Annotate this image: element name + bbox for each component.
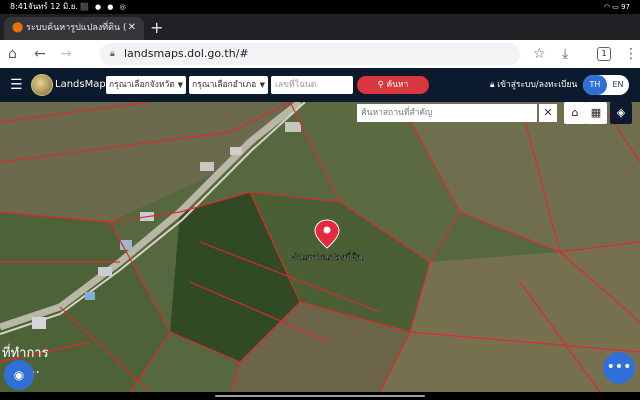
chevron-down-icon: ▼	[177, 81, 183, 89]
lang-th-button[interactable]: TH	[583, 75, 607, 95]
home-extent-icon[interactable]: ⌂	[564, 102, 586, 124]
province-select[interactable]: กรุณาเลือกจังหวัด ▼	[106, 76, 186, 94]
home-icon[interactable]: ⌂	[8, 44, 17, 64]
brand-name: LandsMaps	[55, 79, 111, 90]
search-button-label: ค้นหา	[386, 80, 409, 90]
login-register-link[interactable]: 🔒︎ เข้าสู่ระบบ/ลงทะเบียน	[490, 68, 577, 102]
app-header: ☰ LandsMaps กรุณาเลือกจังหวัด ▼ กรุณาเลื…	[0, 68, 640, 102]
tab-switcher-button[interactable]: 1	[597, 47, 611, 61]
wifi-icon: ◠	[603, 3, 610, 11]
url-text: landsmaps.dol.go.th/#	[124, 47, 249, 60]
battery-status: ◠ ▭ 97	[604, 0, 630, 14]
tab-close-icon[interactable]: ✕	[128, 17, 136, 39]
status-bar: 8:41 จันทร์ 12 มิ.ย. ⬛ ● ● ◎ ◠ ▭ 97	[0, 0, 640, 14]
place-search-input[interactable]: ค้นหาสถานที่สำคัญ	[357, 104, 537, 122]
language-toggle: TH EN	[583, 75, 629, 95]
place-label: ที่ทำการ	[2, 344, 49, 361]
lang-en-button[interactable]: EN	[607, 75, 629, 95]
status-date: จันทร์ 12 มิ.ย.	[28, 2, 79, 11]
building	[32, 317, 46, 329]
my-location-icon[interactable]: ◉	[4, 360, 34, 390]
browser-toolbar: ⌂ ← → 🔒︎ landsmaps.dol.go.th/# ☆ ⤓ 1 ⋮	[0, 40, 640, 68]
bookmark-star-icon[interactable]: ☆	[533, 44, 546, 64]
grid-icon[interactable]: ▦	[585, 102, 607, 124]
district-select-label: กรุณาเลือกอำเภอ	[192, 80, 257, 90]
battery-icon: ▭	[612, 3, 619, 11]
battery-level: 97	[621, 3, 630, 11]
user-lock-icon: 🔒︎	[490, 80, 495, 90]
clear-search-icon[interactable]: ✕	[539, 104, 557, 122]
nav-handle[interactable]	[215, 395, 425, 397]
address-bar[interactable]: 🔒︎ landsmaps.dol.go.th/#	[100, 43, 520, 65]
building	[85, 292, 95, 300]
marker-dot	[323, 226, 331, 234]
status-time: 8:41	[10, 2, 28, 11]
building	[120, 240, 132, 250]
building	[230, 147, 242, 155]
map-canvas: ตำแหน่งแปลงที่ดิน ที่ทำการ ซุม...	[0, 102, 640, 392]
dol-logo	[31, 74, 53, 96]
tab-title: ระบบค้นหารูปแปลงที่ดิน (Lands	[26, 23, 126, 33]
chevron-down-icon: ▼	[259, 81, 265, 89]
satellite-map[interactable]: ตำแหน่งแปลงที่ดิน ที่ทำการ ซุม...	[0, 102, 640, 392]
menu-dots-icon[interactable]: ⋮	[624, 44, 638, 64]
building	[285, 122, 301, 132]
location-pin-icon: ⬤	[12, 22, 24, 33]
building	[98, 267, 112, 276]
login-label: เข้าสู่ระบบ/ลงทะเบียน	[497, 80, 578, 90]
building	[200, 162, 214, 171]
parcel-number-input[interactable]: เลขที่โฉนด	[271, 76, 353, 94]
layers-icon[interactable]: ◈	[610, 102, 632, 124]
search-icon: ⚲	[377, 80, 384, 90]
back-icon[interactable]: ←	[34, 44, 46, 64]
forward-icon[interactable]: →	[60, 44, 72, 64]
district-select[interactable]: กรุณาเลือกอำเภอ ▼	[189, 76, 268, 94]
more-options-icon[interactable]: •••	[603, 352, 635, 384]
hamburger-menu-icon[interactable]: ☰	[10, 76, 23, 94]
province-select-label: กรุณาเลือกจังหวัด	[109, 80, 175, 90]
notification-icons: ⬛ ● ● ◎	[80, 3, 128, 11]
system-nav-bar	[0, 392, 640, 400]
download-icon[interactable]: ⤓	[562, 44, 568, 64]
new-tab-icon[interactable]: +	[150, 17, 163, 39]
lock-icon[interactable]: 🔒︎	[110, 43, 115, 65]
browser-tab[interactable]: ⬤ ระบบค้นหารูปแปลงที่ดิน (Lands ✕	[4, 17, 144, 40]
browser-tab-bar: ⬤ ระบบค้นหารูปแปลงที่ดิน (Lands ✕ +	[0, 14, 640, 40]
search-button[interactable]: ⚲ ค้นหา	[357, 76, 429, 94]
